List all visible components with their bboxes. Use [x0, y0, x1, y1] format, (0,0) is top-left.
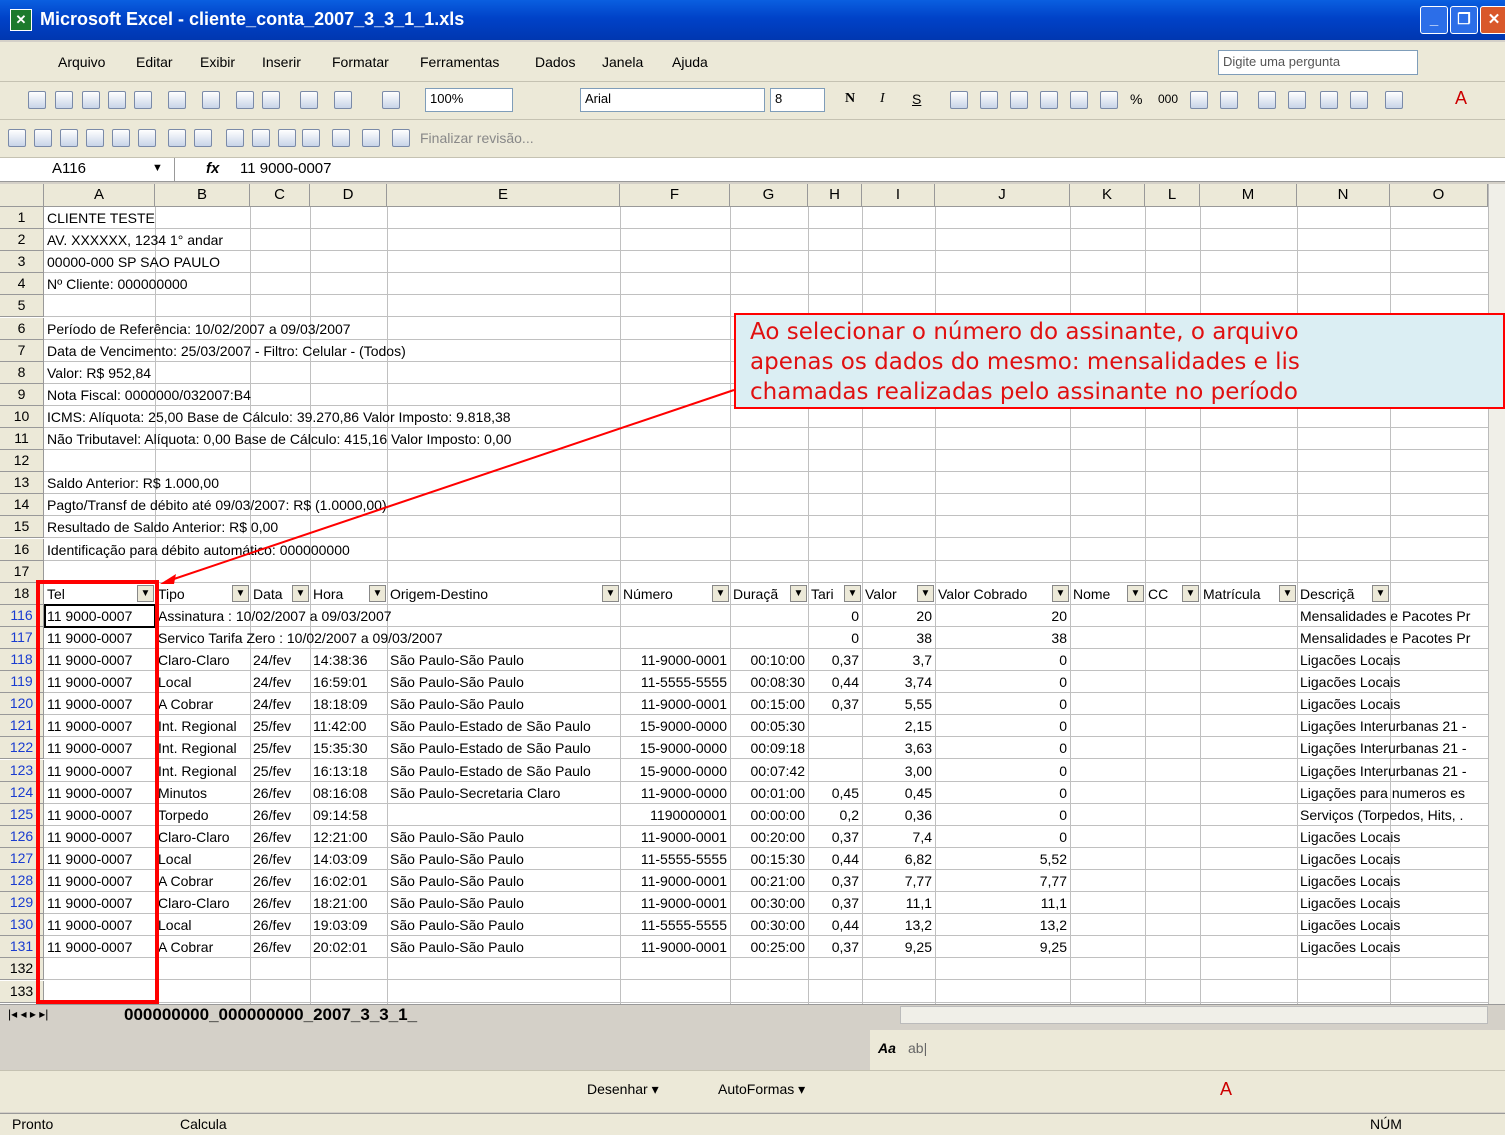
callout-line-3: chamadas realizadas pelo assinante no pe… — [750, 379, 1298, 405]
annotation-arrow — [160, 389, 735, 584]
callout-line-2: apenas os dados do mesmo: mensalidades e… — [750, 349, 1300, 375]
callout-line-1: Ao selecionar o número do assinante, o a… — [750, 319, 1299, 345]
annotation-callout: Ao selecionar o número do assinante, o a… — [734, 313, 1505, 409]
